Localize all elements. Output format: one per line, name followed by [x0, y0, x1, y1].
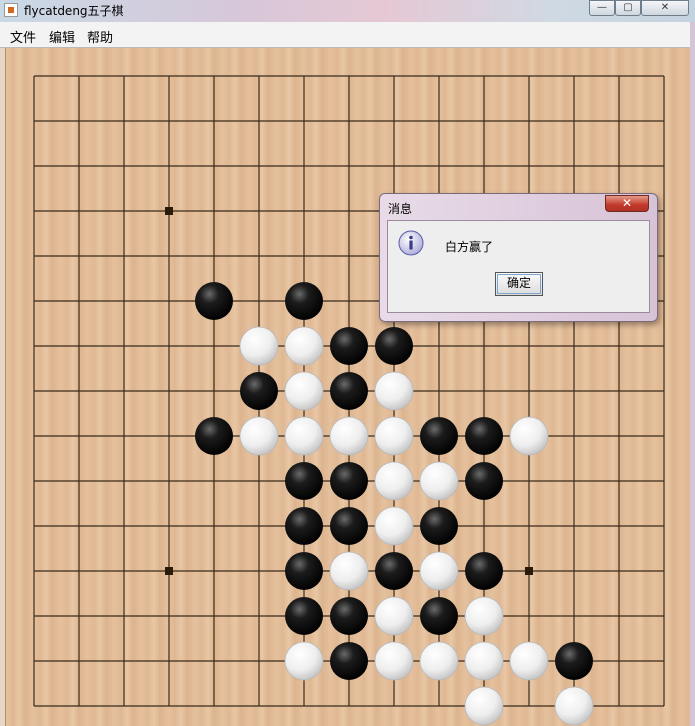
- minimize-button[interactable]: —: [589, 0, 615, 16]
- black-stone: [285, 552, 323, 590]
- black-stone: [375, 552, 413, 590]
- maximize-button[interactable]: ▢: [615, 0, 641, 16]
- white-stone: [374, 461, 414, 501]
- star-point: [525, 567, 533, 575]
- white-stone: [419, 461, 459, 501]
- black-stone: [555, 642, 593, 680]
- white-stone: [374, 596, 414, 636]
- menu-edit[interactable]: 编辑: [49, 27, 75, 46]
- black-stone: [330, 372, 368, 410]
- white-stone: [374, 371, 414, 411]
- black-stone: [465, 417, 503, 455]
- black-stone: [195, 417, 233, 455]
- white-stone: [464, 596, 504, 636]
- ok-button[interactable]: 确定: [495, 272, 543, 296]
- white-stone: [284, 371, 324, 411]
- black-stone: [465, 462, 503, 500]
- white-stone: [509, 416, 549, 456]
- app-icon: [4, 3, 18, 17]
- white-stone: [374, 641, 414, 681]
- black-stone: [420, 507, 458, 545]
- black-stone: [465, 552, 503, 590]
- black-stone: [330, 597, 368, 635]
- white-stone: [284, 326, 324, 366]
- black-stone: [285, 597, 323, 635]
- white-stone: [464, 641, 504, 681]
- window-frame: [690, 22, 695, 726]
- info-icon: [398, 230, 424, 256]
- white-stone: [239, 416, 279, 456]
- message-dialog: 消息 ✕ 白方赢了 确定: [379, 193, 658, 322]
- title-bar: flycatdeng五子棋 — ▢ ✕: [0, 0, 695, 22]
- board-canvas[interactable]: [6, 48, 690, 726]
- white-stone: [329, 416, 369, 456]
- white-stone: [284, 641, 324, 681]
- black-stone: [330, 642, 368, 680]
- white-stone: [239, 326, 279, 366]
- black-stone: [375, 327, 413, 365]
- dialog-body: 白方赢了 确定: [387, 220, 650, 313]
- white-stone: [509, 641, 549, 681]
- white-stone: [419, 551, 459, 591]
- dialog-close-button[interactable]: ✕: [605, 195, 649, 212]
- black-stone: [285, 282, 323, 320]
- black-stone: [330, 507, 368, 545]
- black-stone: [330, 327, 368, 365]
- black-stone: [420, 597, 458, 635]
- window-title: flycatdeng五子棋: [24, 4, 124, 18]
- black-stone: [240, 372, 278, 410]
- menu-help[interactable]: 帮助: [87, 27, 113, 46]
- black-stone: [195, 282, 233, 320]
- white-stone: [374, 416, 414, 456]
- star-point: [165, 567, 173, 575]
- white-stone: [374, 506, 414, 546]
- star-point: [165, 207, 173, 215]
- dialog-message: 白方赢了: [445, 240, 494, 254]
- gomoku-board[interactable]: [5, 48, 690, 726]
- black-stone: [285, 462, 323, 500]
- close-window-button[interactable]: ✕: [641, 0, 689, 16]
- dialog-title: 消息: [388, 202, 413, 216]
- black-stone: [330, 462, 368, 500]
- black-stone: [420, 417, 458, 455]
- menu-bar: 文件 编辑 帮助: [0, 22, 690, 48]
- white-stone: [284, 416, 324, 456]
- white-stone: [419, 641, 459, 681]
- white-stone: [329, 551, 369, 591]
- white-stone: [464, 686, 504, 726]
- white-stone: [554, 686, 594, 726]
- black-stone: [285, 507, 323, 545]
- menu-file[interactable]: 文件: [10, 27, 36, 46]
